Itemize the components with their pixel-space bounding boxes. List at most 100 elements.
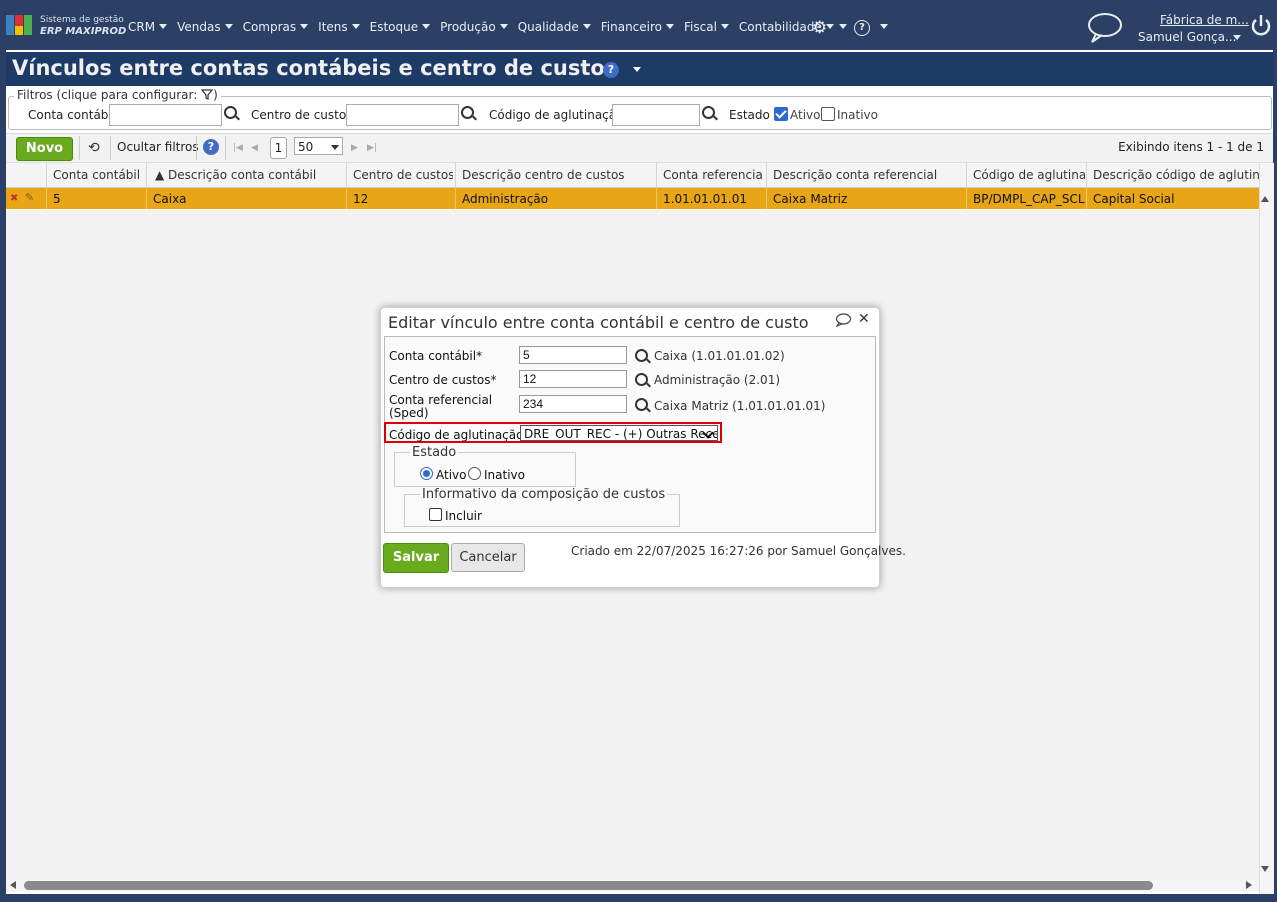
cell-divider (1086, 188, 1087, 209)
col-conta-contabil[interactable]: Conta contábil (53, 168, 143, 182)
new-button[interactable]: Novo (16, 137, 73, 161)
col-conta-referencial[interactable]: Conta referencial (663, 168, 763, 182)
menu-crm[interactable]: CRM (128, 20, 168, 34)
column-divider (46, 163, 47, 187)
maxiprod-logo-icon[interactable] (6, 13, 34, 37)
filter-conta-label: Conta contábil (28, 108, 116, 122)
column-divider (146, 163, 147, 187)
menu-qualidade[interactable]: Qualidade (518, 20, 591, 34)
incluir-checkbox[interactable] (429, 508, 442, 521)
search-icon[interactable] (702, 106, 715, 119)
user-caret-icon[interactable] (1233, 35, 1241, 40)
company-link[interactable]: Fábrica de m... (1160, 13, 1249, 27)
menu-estoque[interactable]: Estoque (370, 20, 431, 34)
conta-contabil-description: Caixa (1.01.01.01.02) (654, 349, 785, 363)
scroll-down-icon[interactable] (1261, 866, 1269, 872)
vertical-scrollbar[interactable] (1259, 163, 1274, 894)
edit-row-icon[interactable]: ✎ (25, 191, 34, 204)
search-icon[interactable] (635, 373, 648, 386)
filter-ativo-checkbox[interactable] (774, 107, 788, 121)
filter-inativo-checkbox[interactable] (821, 107, 835, 121)
bottom-bar (0, 894, 1277, 902)
inativo-radio[interactable] (468, 467, 481, 480)
col-descricao-referencial[interactable]: Descrição conta referencial (773, 168, 963, 182)
filter-conta-input[interactable] (109, 104, 222, 126)
cancel-button[interactable]: Cancelar (451, 543, 525, 572)
conta-referencial-input[interactable] (519, 395, 627, 413)
horizontal-scroll-thumb[interactable] (24, 881, 1153, 890)
prev-page-icon[interactable]: ◀ (251, 143, 258, 153)
ativo-radio[interactable] (420, 467, 433, 480)
last-page-icon[interactable]: ▶| (367, 143, 377, 153)
page-help-icon[interactable]: ? (603, 62, 619, 78)
page-size-select[interactable]: 50 (294, 137, 343, 155)
search-icon[interactable] (224, 106, 237, 119)
cell-divider (146, 188, 147, 209)
page-help-caret-icon[interactable] (633, 67, 641, 72)
grid-help-icon[interactable]: ? (203, 139, 219, 155)
filter-codigo-label: Código de aglutinação (489, 108, 624, 122)
menu-financeiro[interactable]: Financeiro (601, 20, 675, 34)
col-descricao-conta[interactable]: ▲ Descrição conta contábil (155, 168, 345, 182)
dialog-comment-icon[interactable] (835, 313, 852, 327)
conta-referencial-sublabel: (Sped) (389, 406, 429, 420)
help-icon[interactable]: ? (854, 20, 870, 36)
help-caret-icon[interactable] (880, 24, 888, 29)
column-divider (455, 163, 456, 187)
menu-compras[interactable]: Compras (243, 20, 309, 34)
conta-contabil-input[interactable] (519, 346, 627, 364)
conta-contabil-label: Conta contábil* (389, 349, 483, 363)
col-codigo-aglutinacao[interactable]: Código de aglutinação (973, 168, 1085, 182)
chat-bubble-icon[interactable] (1086, 12, 1124, 44)
menu-itens[interactable]: Itens (318, 20, 360, 34)
close-icon[interactable]: ✕ (858, 311, 870, 327)
col-centro-custos[interactable]: Centro de custos (353, 168, 453, 182)
brand-subtitle: Sistema de gestão (40, 15, 124, 25)
toolbar-divider (225, 136, 226, 160)
cell-conta-contabil: 5 (53, 192, 61, 206)
page-number[interactable]: 1 (270, 137, 287, 159)
search-icon[interactable] (461, 106, 474, 119)
column-divider (1086, 163, 1087, 187)
menu-vendas[interactable]: Vendas (177, 20, 233, 34)
filters-legend[interactable]: Filtros (clique para configurar: ) (14, 88, 221, 102)
next-page-icon[interactable]: ▶ (351, 143, 358, 153)
first-page-icon[interactable]: |◀ (233, 143, 243, 153)
brand-name: ERP MAXIPROD (40, 26, 127, 37)
col-descricao-centro[interactable]: Descrição centro de custos (462, 168, 652, 182)
scroll-up-icon[interactable] (1261, 196, 1269, 202)
save-button[interactable]: Salvar (383, 543, 449, 573)
filter-funnel-icon[interactable] (200, 89, 214, 100)
incluir-label: Incluir (445, 509, 482, 523)
estado-legend: Estado (410, 445, 459, 460)
ativo-radio-label: Ativo (436, 468, 467, 482)
search-icon[interactable] (635, 398, 648, 411)
delete-row-icon[interactable]: ✖ (10, 193, 18, 204)
settings-gear-icon[interactable]: ⚙ (812, 18, 827, 38)
cell-descricao-centro: Administração (462, 192, 549, 206)
search-icon[interactable] (635, 349, 648, 362)
page-title: Vínculos entre contas contábeis e centro… (12, 56, 618, 80)
centro-custos-input[interactable] (519, 370, 627, 388)
items-count: Exibindo itens 1 - 1 de 1 (1118, 140, 1264, 154)
hide-filters-button[interactable]: Ocultar filtros (117, 140, 199, 154)
settings-caret-icon[interactable] (839, 24, 847, 29)
filter-ativo-label: Ativo (790, 108, 821, 122)
toolbar-divider (196, 136, 197, 160)
cell-divider (346, 188, 347, 209)
refresh-icon[interactable]: ⟲ (88, 140, 100, 156)
menu-producao[interactable]: Produção (440, 20, 508, 34)
menu-fiscal[interactable]: Fiscal (684, 20, 729, 34)
dialog-title: Editar vínculo entre conta contábil e ce… (388, 313, 809, 332)
scroll-right-icon[interactable] (1246, 881, 1252, 889)
cell-divider (455, 188, 456, 209)
filter-centro-input[interactable] (346, 104, 459, 126)
filter-inativo-label: Inativo (837, 108, 878, 122)
col-descricao-codigo[interactable]: Descrição código de aglutinação (1093, 168, 1259, 182)
scroll-left-icon[interactable] (10, 881, 16, 889)
power-logout-icon[interactable] (1250, 14, 1272, 38)
user-menu[interactable]: Samuel Gonça... (1138, 30, 1236, 44)
filter-codigo-input[interactable] (612, 104, 700, 126)
codigo-aglutinacao-select[interactable]: DRE_OUT_REC - (+) Outras Rece (520, 425, 718, 441)
cell-divider (966, 188, 967, 209)
